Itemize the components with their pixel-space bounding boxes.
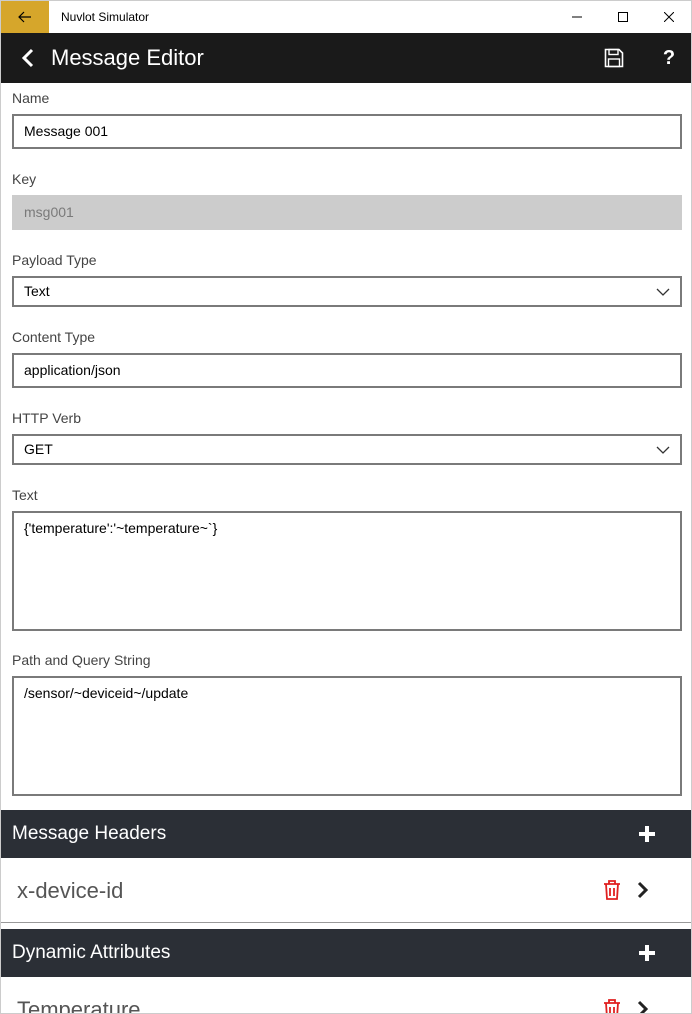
window-title: Nuvlot Simulator xyxy=(61,10,150,24)
add-header-button[interactable] xyxy=(635,822,659,846)
maximize-icon xyxy=(618,12,628,22)
back-button[interactable] xyxy=(13,42,43,74)
close-icon xyxy=(664,12,674,22)
title-bar: Nuvlot Simulator xyxy=(1,1,691,33)
name-label: Name xyxy=(12,90,50,106)
payload-type-select[interactable]: Text xyxy=(12,276,682,307)
text-area[interactable]: {'temperature':'~temperature~`} xyxy=(12,511,682,631)
close-button[interactable] xyxy=(646,1,691,33)
trash-icon[interactable] xyxy=(602,879,622,901)
app-window: Nuvlot Simulator Message Editor ? Name M… xyxy=(0,0,692,1014)
content-type-field[interactable]: application/json xyxy=(12,353,682,388)
attribute-item-label: Temperature xyxy=(17,997,141,1014)
chevron-down-icon xyxy=(656,446,670,454)
key-field: msg001 xyxy=(12,195,682,230)
page-title: Message Editor xyxy=(51,45,204,70)
plus-icon xyxy=(639,826,655,842)
list-item[interactable]: x-device-id xyxy=(1,858,691,922)
chevron-right-icon[interactable] xyxy=(635,879,651,901)
path-label: Path and Query String xyxy=(12,652,151,668)
header-item-label: x-device-id xyxy=(17,878,124,903)
list-item[interactable]: Temperature xyxy=(1,977,691,1014)
http-verb-label: HTTP Verb xyxy=(12,410,81,426)
http-verb-value: GET xyxy=(24,441,53,457)
save-button[interactable] xyxy=(598,42,630,74)
message-headers-section: Message Headers xyxy=(1,810,691,858)
key-label: Key xyxy=(12,171,37,187)
http-verb-select[interactable]: GET xyxy=(12,434,682,465)
minimize-icon xyxy=(572,16,582,18)
trash-icon[interactable] xyxy=(602,998,622,1014)
plus-icon xyxy=(639,945,655,961)
chevron-left-icon xyxy=(21,48,34,68)
add-attribute-button[interactable] xyxy=(635,941,659,965)
window-back-button[interactable] xyxy=(1,1,49,33)
content-type-label: Content Type xyxy=(12,329,96,345)
maximize-button[interactable] xyxy=(600,1,646,33)
name-field[interactable]: Message 001 xyxy=(12,114,682,149)
text-label: Text xyxy=(12,487,38,503)
chevron-right-icon[interactable] xyxy=(635,998,651,1014)
message-headers-title: Message Headers xyxy=(12,823,167,844)
minimize-button[interactable] xyxy=(554,1,600,33)
payload-type-value: Text xyxy=(24,283,50,299)
chevron-down-icon xyxy=(656,288,670,296)
dynamic-attributes-title: Dynamic Attributes xyxy=(12,942,171,963)
payload-type-label: Payload Type xyxy=(12,252,97,268)
help-button[interactable]: ? xyxy=(653,42,685,74)
save-disk-icon xyxy=(604,48,624,68)
path-area[interactable]: /sensor/~deviceid~/update xyxy=(12,676,682,796)
arrow-left-icon xyxy=(18,11,31,23)
divider xyxy=(1,922,691,923)
dynamic-attributes-section: Dynamic Attributes xyxy=(1,929,691,977)
app-header: Message Editor ? xyxy=(1,33,691,83)
